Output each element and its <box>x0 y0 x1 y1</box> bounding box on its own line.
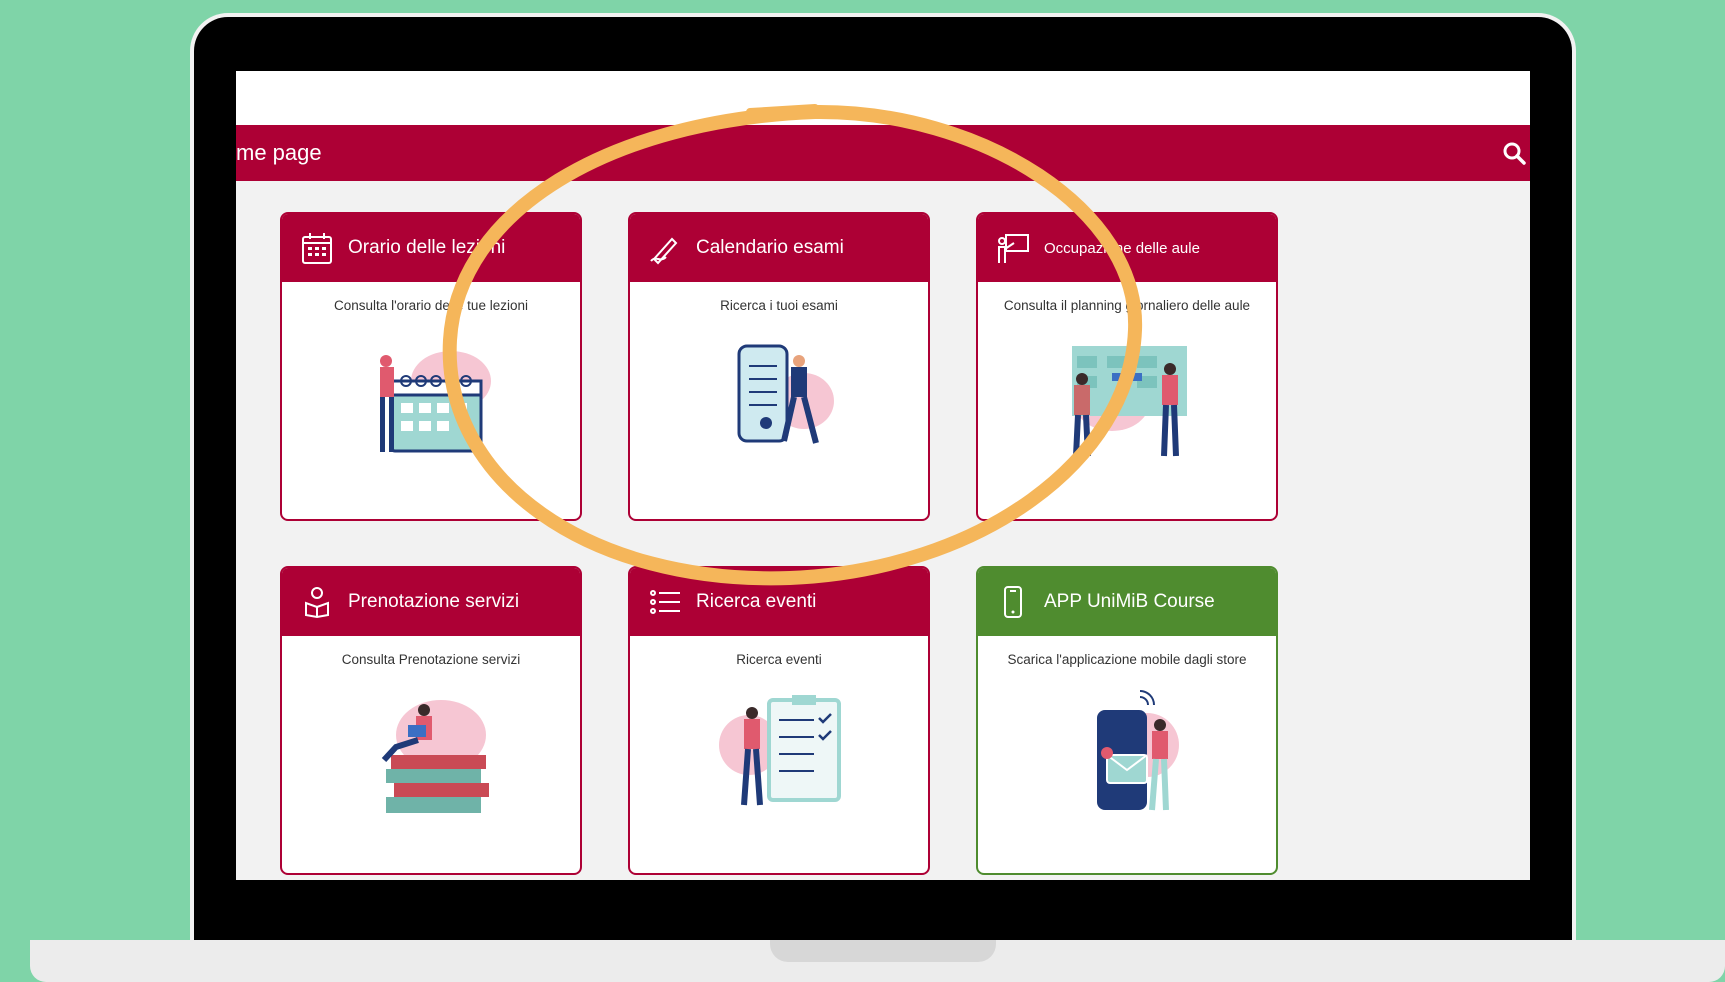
card-occupazione-aule[interactable]: Occupazione delle aule Consulta il plann… <box>976 212 1278 521</box>
card-description: Consulta l'orario delle tue lezioni <box>334 298 528 313</box>
presentation-board-icon <box>998 234 1029 263</box>
browser-screen: me page Orario delle lezioni Consulta l'… <box>236 71 1530 880</box>
mobile-app-illustration <box>1097 690 1179 811</box>
card-header: Orario delle lezioni <box>282 214 580 282</box>
card-header: Prenotazione servizi <box>282 568 580 636</box>
card-description: Ricerca eventi <box>736 652 822 667</box>
page-title: me page <box>236 140 322 165</box>
pen-signature-icon <box>650 237 678 265</box>
card-title: APP UniMiB Course <box>1044 591 1215 612</box>
laptop-notch <box>770 940 996 962</box>
card-title: Prenotazione servizi <box>348 591 520 612</box>
calendar-icon <box>302 233 332 264</box>
top-blank-bar <box>236 71 1530 125</box>
checklist-illustration <box>719 695 841 806</box>
navbar: me page <box>236 125 1530 181</box>
card-description: Ricerca i tuoi esami <box>720 298 838 313</box>
card-description: Consulta il planning giornaliero delle a… <box>1003 298 1251 313</box>
list-icon <box>650 590 680 614</box>
card-description: Scarica l'applicazione mobile dagli stor… <box>1007 652 1247 667</box>
card-ricerca-eventi[interactable]: Ricerca eventi Ricerca eventi <box>628 566 930 875</box>
reader-book-icon <box>305 587 329 619</box>
card-header: APP UniMiB Course <box>978 568 1276 636</box>
card-title: Ricerca eventi <box>696 591 817 612</box>
card-app-unimib-course[interactable]: APP UniMiB Course Scarica l'applicazione… <box>976 566 1278 875</box>
books-stack-illustration <box>381 700 489 813</box>
card-calendario-esami[interactable]: Calendario esami Ricerca i tuoi esami <box>628 212 930 521</box>
card-prenotazione-servizi[interactable]: Prenotazione servizi Consulta Prenotazio… <box>280 566 582 875</box>
card-header: Occupazione delle aule <box>978 214 1276 282</box>
classroom-planning-illustration <box>1072 346 1187 457</box>
smartphone-icon <box>1004 586 1022 618</box>
exam-phone-illustration <box>737 344 834 444</box>
card-header: Calendario esami <box>630 214 928 282</box>
card-title: Occupazione delle aule <box>1044 239 1200 257</box>
card-header: Ricerca eventi <box>630 568 928 636</box>
calendar-illustration <box>380 351 491 453</box>
search-icon[interactable] <box>1502 141 1526 165</box>
card-title: Calendario esami <box>696 237 844 258</box>
card-description: Consulta Prenotazione servizi <box>341 652 521 667</box>
card-title: Orario delle lezioni <box>348 237 506 258</box>
card-orario-lezioni[interactable]: Orario delle lezioni Consulta l'orario d… <box>280 212 582 521</box>
